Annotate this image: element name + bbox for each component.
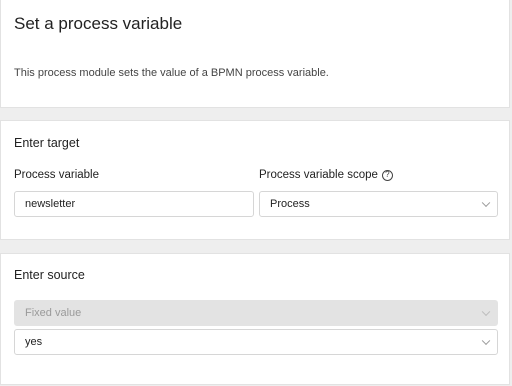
page-description: This process module sets the value of a … [14,67,329,79]
process-variable-label-text: Process variable [14,169,100,181]
scope-selected-value: Process [270,198,310,210]
chevron-down-icon [481,307,491,317]
scope-select[interactable]: Process [259,191,498,217]
process-variable-label: Process variable [14,169,99,181]
process-variable-value: newsletter [25,198,76,210]
chevron-down-icon [481,198,491,208]
chevron-down-icon [481,336,491,346]
header-panel: Set a process variable This process modu… [0,0,510,108]
scope-label-text: Process variable scope [259,169,378,181]
scope-label: Process variable scope ? [259,169,393,181]
help-icon[interactable]: ? [381,169,393,181]
source-type-selected-value: Fixed value [25,307,82,319]
source-section-title: Enter source [14,268,85,282]
source-type-select: Fixed value [14,300,498,326]
source-value-selected: yes [25,336,43,348]
target-panel: Enter target Process variable newsletter… [0,120,510,240]
page-title: Set a process variable [14,14,183,33]
source-value-select[interactable]: yes [14,329,498,355]
process-variable-input[interactable]: newsletter [14,191,254,217]
target-section-title: Enter target [14,136,80,150]
source-panel: Enter source Fixed value yes [0,253,510,385]
